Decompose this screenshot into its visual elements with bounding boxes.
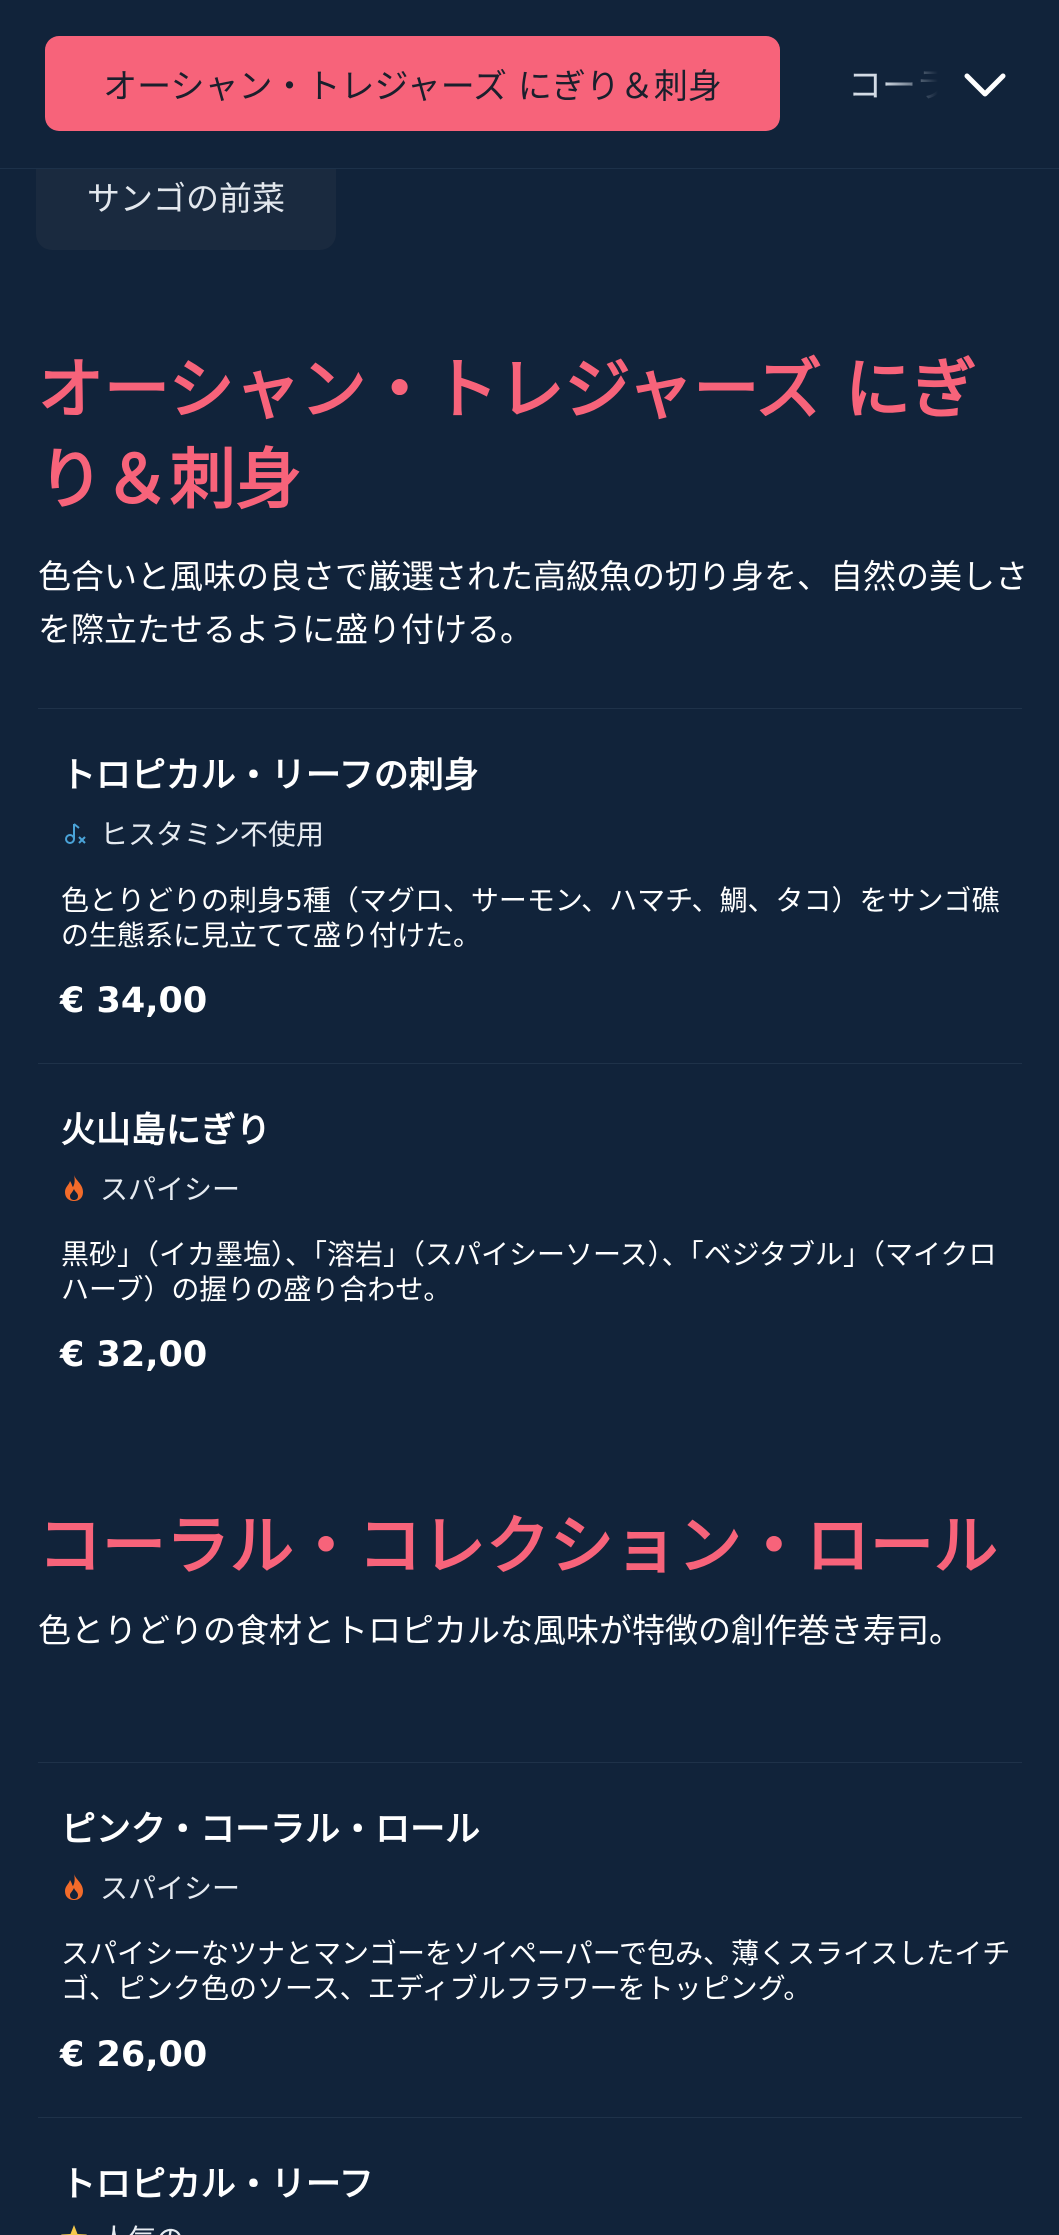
item-tag-label: ヒスタミン不使用	[100, 818, 325, 851]
item-tag-label: スパイシー	[100, 1173, 241, 1206]
section-title: コーラル・コレクション・ロール	[38, 1510, 998, 1584]
item-name: 火山島にぎり	[61, 1111, 272, 1151]
item-tag-label: 人気の	[100, 2218, 184, 2235]
menu-item[interactable]: ピンク・コーラル・ロール スパイシー スパイシーなツナとマンゴーをソイペーパーで…	[38, 1762, 1022, 2117]
chip-label: サンゴの前菜	[87, 179, 285, 218]
item-price: € 26,00	[60, 2035, 208, 2075]
flame-icon	[60, 1173, 88, 1203]
chevron-down-icon[interactable]	[960, 60, 1010, 110]
item-description: スパイシーなツナとマンゴーをソイペーパーで包み、薄くスライスしたイチゴ、ピンク色…	[61, 1937, 1011, 2005]
item-tag-label: スパイシー	[100, 1872, 241, 1905]
category-nav-bar: オーシャン・トレジャーズ にぎり＆刺身 コーラル・コレクション・ロール	[0, 0, 1059, 169]
tab-active-category[interactable]: オーシャン・トレジャーズ にぎり＆刺身	[45, 36, 780, 131]
section-title: オーシャン・トレジャーズ にぎり＆刺身	[38, 351, 978, 518]
section-description: 色とりどりの食材とトロピカルな風味が特徴の創作巻き寿司。	[38, 1611, 962, 1650]
menu-page: オーシャン・トレジャーズ にぎり＆刺身 色合いと風味の良さで厳選された高級魚の切…	[0, 0, 1059, 2235]
item-description: 黒砂」（イカ墨塩）、「溶岩」（スパイシーソース）、「ベジタブル」（マイクロハーブ…	[61, 1238, 997, 1306]
item-price: € 34,00	[60, 981, 208, 1021]
histamine-free-icon	[60, 818, 88, 848]
item-price: € 32,00	[60, 1335, 208, 1375]
menu-item[interactable]: トロピカル・リーフ 人気の	[38, 2117, 1022, 2235]
item-tag: スパイシー	[60, 1867, 240, 1907]
item-name: トロピカル・リーフの刺身	[61, 756, 479, 796]
item-tag: 人気の	[60, 2218, 184, 2235]
item-tag: スパイシー	[60, 1168, 240, 1208]
item-tag: ヒスタミン不使用	[60, 813, 324, 853]
menu-item[interactable]: トロピカル・リーフの刺身 ヒスタミン不使用 色とりどりの刺身5種（マグロ、サーモ…	[38, 708, 1022, 1063]
item-description: 色とりどりの刺身5種（マグロ、サーモン、ハマチ、鯛、タコ）をサンゴ礁の生態系に見…	[61, 884, 1000, 952]
menu-item[interactable]: 火山島にぎり スパイシー 黒砂」（イカ墨塩）、「溶岩」（スパイシーソース）、「ベ…	[38, 1063, 1022, 1423]
tab-next-category[interactable]: コーラル・コレクション・ロール	[848, 58, 938, 107]
star-icon	[60, 2223, 88, 2235]
section-description: 色合いと風味の良さで厳選された高級魚の切り身を、自然の美しさを際立たせるように盛…	[38, 557, 1028, 649]
item-name: トロピカル・リーフ	[61, 2165, 374, 2205]
tab-label: オーシャン・トレジャーズ にぎり＆刺身	[103, 67, 722, 107]
flame-icon	[60, 1872, 88, 1902]
item-name: ピンク・コーラル・ロール	[61, 1810, 481, 1850]
